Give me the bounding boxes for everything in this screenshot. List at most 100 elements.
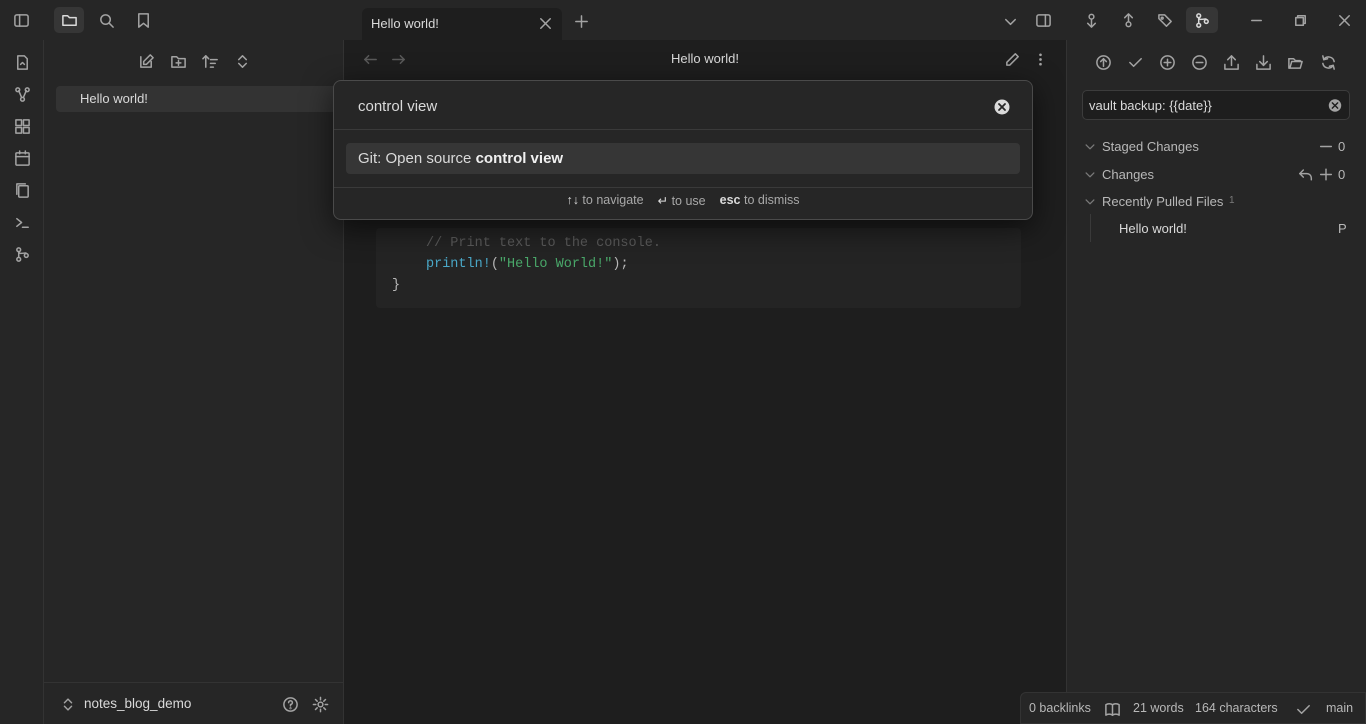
unstage-all-minus-icon[interactable]	[1189, 52, 1209, 72]
close-tab-icon[interactable]	[537, 15, 554, 32]
restore-icon[interactable]	[1278, 0, 1322, 40]
staged-chevron-icon[interactable]	[1083, 139, 1097, 153]
pulled-chevron-icon[interactable]	[1083, 194, 1097, 208]
vault-name[interactable]: notes_blog_demo	[84, 696, 191, 711]
suggestion-prefix: Git: Open source	[358, 150, 476, 167]
hint-text: to navigate	[582, 193, 644, 207]
files-folder-icon[interactable]	[54, 7, 84, 33]
expand-collapse-chevrons-icon[interactable]	[232, 51, 252, 71]
sync-check-icon[interactable]	[1294, 700, 1312, 718]
templates-copy-icon[interactable]	[11, 179, 33, 201]
pulled-count: 1	[1229, 195, 1235, 206]
code-open-paren: (	[490, 257, 499, 272]
terminal-icon[interactable]	[11, 211, 33, 233]
refresh-icon[interactable]	[1318, 52, 1338, 72]
palette-divider	[334, 129, 1032, 130]
vault-switcher-bar: notes_blog_demo	[44, 682, 344, 724]
hint-key: esc	[719, 193, 741, 207]
code-string: "Hello World!"	[498, 257, 613, 272]
tree-guide-line	[1090, 214, 1091, 242]
git-pull-icon[interactable]	[1080, 10, 1102, 30]
git-backup-upload-icon[interactable]	[1093, 52, 1113, 72]
changes-label[interactable]: Changes	[1102, 167, 1154, 182]
staged-count: 0	[1338, 139, 1346, 154]
canvas-grid-icon[interactable]	[11, 115, 33, 137]
sidebar-toggle-icon[interactable]	[10, 10, 32, 30]
code-line-println: println!("Hello World!");	[426, 257, 629, 272]
code-brace: }	[392, 278, 401, 293]
source-control-icon[interactable]	[1186, 7, 1218, 33]
code-close: );	[612, 257, 629, 272]
hint-text: to use	[671, 194, 706, 208]
sort-icon[interactable]	[200, 51, 220, 71]
file-explorer	[44, 40, 344, 724]
title-bar: Hello world!	[0, 0, 1366, 40]
file-item-hello-world[interactable]: Hello world!	[56, 86, 344, 112]
changes-chevron-icon[interactable]	[1083, 167, 1097, 181]
reading-view-book-icon[interactable]	[1103, 700, 1121, 718]
hint-dismiss: esc to dismiss	[720, 193, 800, 215]
tab-list-chevron-down-icon[interactable]	[1000, 11, 1020, 31]
hint-key: ↑↓	[566, 193, 579, 207]
commit-message-input[interactable]: vault backup: {{date}}	[1082, 90, 1350, 120]
commit-check-icon[interactable]	[1125, 52, 1145, 72]
settings-gear-icon[interactable]	[310, 694, 330, 714]
code-fn: println!	[426, 257, 491, 272]
command-suggestion-item[interactable]: Git: Open source control view	[346, 143, 1020, 174]
bookmark-icon[interactable]	[133, 10, 153, 30]
character-count: 164 characters	[1195, 701, 1278, 715]
new-note-icon[interactable]	[136, 51, 156, 71]
help-icon[interactable]	[280, 694, 300, 714]
code-block: // Print text to the console. println!("…	[376, 228, 1021, 308]
command-palette: Git: Open source control view ↑↓ to navi…	[333, 80, 1033, 220]
right-sidebar-toggle-icon[interactable]	[1032, 10, 1054, 30]
unstage-minus-icon[interactable]	[1318, 138, 1334, 154]
change-layout-folder-icon[interactable]	[1285, 52, 1305, 72]
git-branch-name[interactable]: main	[1326, 701, 1353, 715]
changes-count: 0	[1338, 167, 1346, 182]
git-push-icon[interactable]	[1117, 10, 1139, 30]
tags-icon[interactable]	[1154, 10, 1176, 30]
edit-pencil-icon[interactable]	[1002, 49, 1022, 69]
clear-message-icon[interactable]	[1327, 97, 1343, 113]
open-quick-switcher-icon[interactable]	[11, 51, 33, 73]
suggestion-text: Git: Open source control view	[358, 150, 563, 167]
tab-label: Hello world!	[371, 16, 439, 31]
git-branch-icon[interactable]	[11, 243, 33, 265]
file-item-label: Hello world!	[80, 91, 148, 106]
graph-view-icon[interactable]	[11, 83, 33, 105]
push-upload-icon[interactable]	[1221, 52, 1241, 72]
pulled-file-name[interactable]: Hello world!	[1119, 221, 1187, 236]
calendar-icon[interactable]	[11, 147, 33, 169]
pulled-file-status: P	[1338, 221, 1347, 236]
vault-switch-chevrons-icon[interactable]	[60, 694, 76, 714]
tab-hello-world[interactable]: Hello world!	[362, 8, 562, 40]
stage-all-plus-icon[interactable]	[1157, 52, 1177, 72]
close-window-icon[interactable]	[1322, 0, 1366, 40]
new-folder-icon[interactable]	[168, 51, 188, 71]
more-options-icon[interactable]	[1030, 49, 1050, 69]
minimize-icon[interactable]	[1234, 0, 1278, 40]
staged-changes-label[interactable]: Staged Changes	[1102, 139, 1199, 154]
word-count: 21 words	[1133, 701, 1184, 715]
hint-navigate: ↑↓ to navigate	[566, 193, 643, 215]
suggestion-match: control view	[475, 150, 564, 167]
search-icon[interactable]	[96, 10, 116, 30]
hint-key: ↵	[657, 194, 669, 208]
note-header-title: Hello world!	[671, 51, 739, 66]
status-bar: 0 backlinks 21 words 164 characters main	[1020, 692, 1366, 724]
clear-search-icon[interactable]	[992, 97, 1012, 117]
hint-use: ↵ to use	[658, 193, 706, 215]
new-tab-plus-icon[interactable]	[571, 11, 591, 31]
stage-plus-icon[interactable]	[1318, 166, 1334, 182]
hint-text: to dismiss	[743, 193, 800, 207]
recently-pulled-label[interactable]: Recently Pulled Files	[1102, 194, 1223, 209]
discard-undo-icon[interactable]	[1298, 166, 1314, 182]
pull-download-icon[interactable]	[1253, 52, 1273, 72]
command-search-input[interactable]	[346, 91, 986, 121]
left-ribbon	[0, 40, 44, 724]
palette-footer-divider	[334, 187, 1032, 188]
backlinks-count[interactable]: 0 backlinks	[1029, 701, 1091, 715]
palette-hints: ↑↓ to navigate ↵ to use esc to dismiss	[334, 193, 1032, 215]
commit-message-text: vault backup: {{date}}	[1089, 98, 1212, 113]
